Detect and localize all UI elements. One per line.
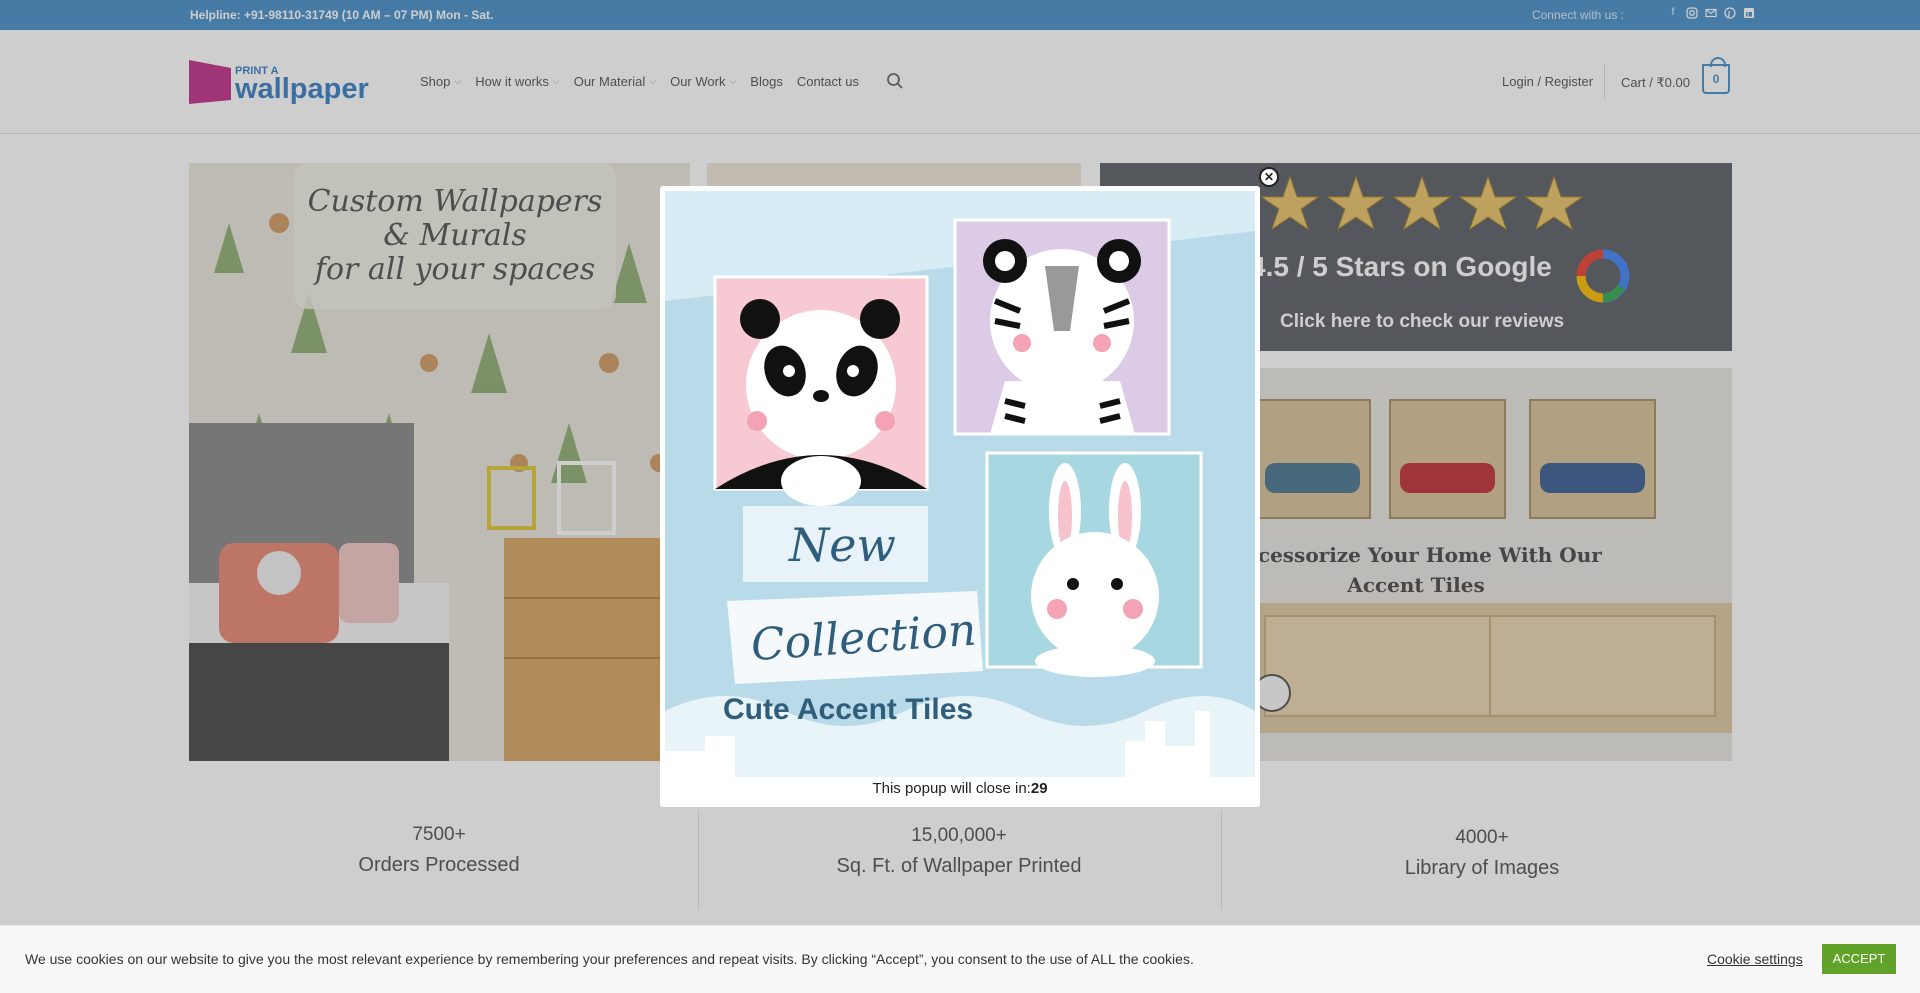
close-icon[interactable]: ✕ <box>1259 167 1279 187</box>
cookie-message: We use cookies on our website to give yo… <box>25 951 1194 967</box>
countdown-value: 29 <box>1030 780 1048 797</box>
popup-title-text: Cute Accent Tiles <box>723 693 973 726</box>
popup-promo-image[interactable]: New Collection Cute Accent Tiles <box>665 191 1255 777</box>
cookie-settings-link[interactable]: Cookie settings <box>1707 951 1803 967</box>
accept-cookies-button[interactable]: ACCEPT <box>1822 944 1896 974</box>
popup-countdown: This popup will close in:29 <box>872 780 1048 797</box>
cookie-consent-bar: We use cookies on our website to give yo… <box>0 925 1920 993</box>
promo-popup: New Collection Cute Accent Tiles This po… <box>660 186 1260 807</box>
popup-new-text: New <box>788 518 896 572</box>
